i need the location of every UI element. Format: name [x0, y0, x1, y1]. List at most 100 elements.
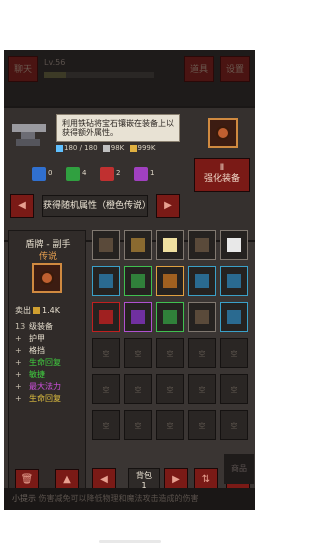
level-text: Lv.56: [44, 58, 66, 67]
next-attr-button[interactable]: ▶: [156, 194, 180, 218]
inventory-slot-empty[interactable]: 空: [220, 410, 248, 440]
empty-slot-label: 空: [166, 350, 174, 358]
green-rune-icon[interactable]: [66, 167, 80, 181]
inventory-slot[interactable]: [92, 230, 120, 260]
stat-name: 生命回复: [29, 358, 61, 367]
enhance-button[interactable]: Ⅱ 强化装备: [194, 158, 250, 192]
equipment-icon: [195, 274, 209, 288]
equipment-icon: [163, 310, 177, 324]
sell-price: 卖出 1.4K: [15, 305, 60, 316]
inventory-slot[interactable]: [188, 302, 216, 332]
inventory-slot-empty[interactable]: 空: [124, 410, 152, 440]
inventory-slot-empty[interactable]: 空: [156, 338, 184, 368]
inventory-slot-empty[interactable]: 空: [188, 410, 216, 440]
inventory-slot-empty[interactable]: 空: [124, 338, 152, 368]
game-screen: 聊天 Lv.56 道具 设置 利用铁砧将宝石镶嵌在装备上以获得额外属性。 180…: [4, 50, 255, 510]
equipment-icon: [227, 274, 241, 288]
item-icon: [32, 263, 62, 293]
equipment-icon: [99, 274, 113, 288]
stone-cost: 98K: [102, 144, 124, 152]
inventory-slot-empty[interactable]: 空: [188, 338, 216, 368]
stat-num: +: [15, 334, 22, 343]
anvil-icon: [12, 124, 46, 146]
equipment-icon: [131, 310, 145, 324]
equipment-icon: [227, 238, 241, 252]
equipment-icon: [163, 238, 177, 252]
stat-name: 敏捷: [29, 370, 45, 379]
empty-slot-label: 空: [230, 422, 238, 430]
inventory-slot-empty[interactable]: 空: [188, 374, 216, 404]
inventory-slot[interactable]: [92, 302, 120, 332]
inventory-slot[interactable]: [92, 266, 120, 296]
inventory-slot[interactable]: [220, 302, 248, 332]
coin-icon: [33, 307, 40, 314]
empty-slot-label: 空: [230, 386, 238, 394]
phone-frame: 聊天 Lv.56 道具 设置 利用铁砧将宝石镶嵌在装备上以获得额外属性。 180…: [0, 0, 259, 560]
inventory-slot[interactable]: [156, 302, 184, 332]
empty-slot-label: 空: [102, 350, 110, 358]
shop-button[interactable]: 商品: [224, 454, 254, 484]
stat-name: 格挡: [29, 346, 45, 355]
inventory-slot[interactable]: [156, 230, 184, 260]
settings-button[interactable]: 设置: [220, 56, 250, 82]
inventory-slot-empty[interactable]: 空: [220, 338, 248, 368]
equipment-icon: [195, 310, 209, 324]
energy-cost: 180 / 180: [56, 144, 98, 152]
blue-rune-count: 0: [48, 169, 53, 177]
inventory-slot[interactable]: [220, 266, 248, 296]
stat-num: +: [15, 370, 22, 379]
empty-slot-label: 空: [134, 386, 142, 394]
stone-icon: [102, 144, 110, 152]
energy-icon: [56, 144, 63, 152]
inventory-slot-empty[interactable]: 空: [156, 374, 184, 404]
blue-rune-icon[interactable]: [32, 167, 46, 181]
inventory-slot-empty[interactable]: 空: [156, 410, 184, 440]
level-progress-bar: [44, 72, 154, 78]
inventory-slot[interactable]: [124, 302, 152, 332]
sell-label: 卖出: [15, 306, 31, 315]
equipment-icon: [227, 310, 241, 324]
tips-label: 小提示: [12, 494, 36, 503]
forge-costs: 180 / 180 98K 999K: [56, 144, 180, 156]
purple-rune-count: 1: [150, 169, 155, 177]
equipment-icon: [131, 274, 145, 288]
forge-target-slot[interactable]: [208, 118, 238, 148]
red-rune-icon[interactable]: [100, 167, 114, 181]
inventory-slot[interactable]: [124, 230, 152, 260]
stat-num: 13: [15, 322, 26, 331]
empty-slot-label: 空: [134, 350, 142, 358]
equipment-icon: [163, 274, 177, 288]
stat-row: + 最大法力: [15, 381, 61, 392]
inventory-slot-empty[interactable]: 空: [220, 374, 248, 404]
inventory-slot-empty[interactable]: 空: [92, 338, 120, 368]
forge-hint: 利用铁砧将宝石镶嵌在装备上以获得额外属性。: [56, 114, 180, 142]
props-button[interactable]: 道具: [184, 56, 214, 82]
equipment-icon: [99, 238, 113, 252]
inventory-slot-empty[interactable]: 空: [92, 374, 120, 404]
equipment-icon: [99, 310, 113, 324]
stat-num: +: [15, 382, 22, 391]
item-info-panel: 盾牌 - 副手 传说 卖出 1.4K 13 级装备 + 护甲 + 格挡 + 生命回复 + 敏捷 + 最大…: [8, 230, 86, 500]
purple-rune-icon[interactable]: [134, 167, 148, 181]
inventory-slot[interactable]: [188, 230, 216, 260]
stat-num: +: [15, 346, 22, 355]
inventory-grid: 空空空空空空空空空空空空空空空: [92, 230, 252, 452]
inventory-slot[interactable]: [188, 266, 216, 296]
inventory-slot-empty[interactable]: 空: [92, 410, 120, 440]
sell-value: 1.4K: [42, 306, 60, 315]
crown-icon: [129, 144, 137, 152]
stat-row: + 生命回复: [15, 393, 61, 404]
chat-button[interactable]: 聊天: [8, 56, 38, 82]
inventory-slot-empty[interactable]: 空: [124, 374, 152, 404]
gold-cost: 999K: [129, 144, 155, 152]
inventory-slot[interactable]: [156, 266, 184, 296]
rune-row: 0 4 2 1: [10, 165, 180, 185]
stat-row: + 护甲: [15, 333, 45, 344]
stat-row: + 格挡: [15, 345, 45, 356]
inventory-slot[interactable]: [124, 266, 152, 296]
inventory-slot[interactable]: [220, 230, 248, 260]
prev-attr-button[interactable]: ◀: [10, 194, 34, 218]
stat-name: 护甲: [29, 334, 45, 343]
stat-row: 13 级装备: [15, 321, 53, 332]
random-attr-button[interactable]: 获得随机属性（橙色传说）: [42, 195, 151, 217]
